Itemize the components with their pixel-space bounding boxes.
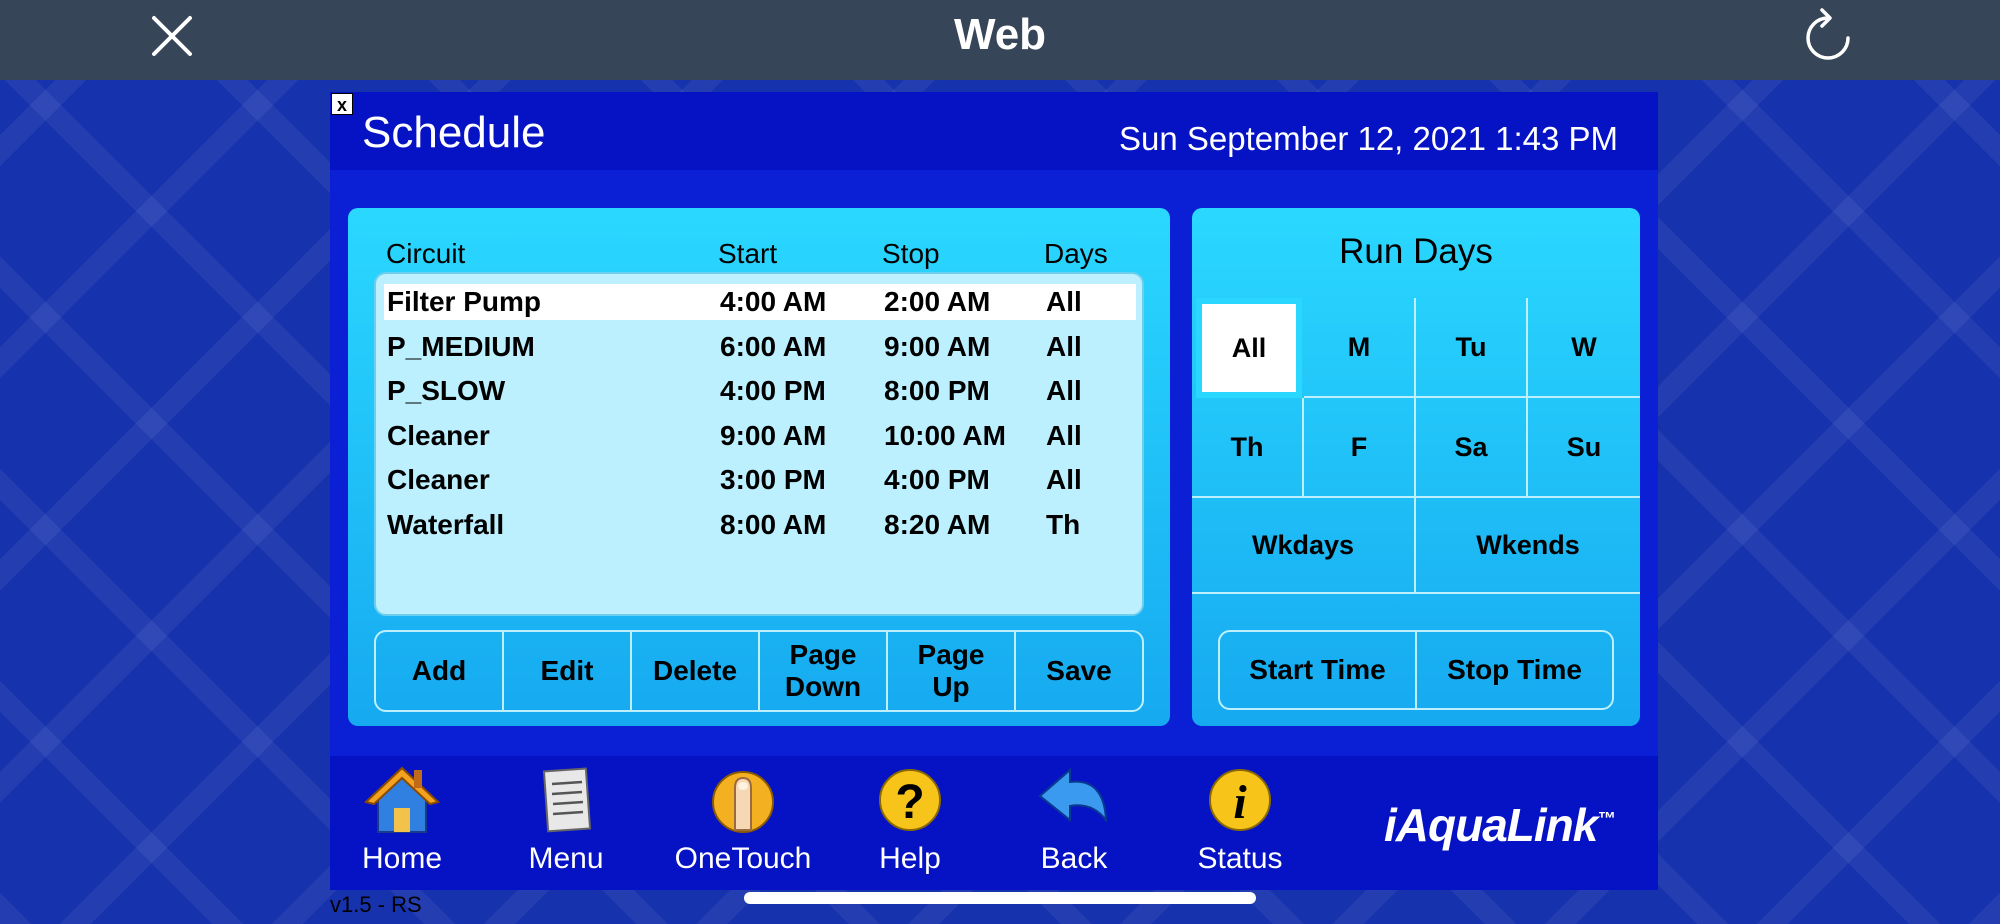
column-header-stop: Stop (882, 238, 940, 269)
home-icon (363, 766, 441, 833)
column-header-days: Days (1044, 238, 1108, 269)
row-days: Th (1046, 509, 1081, 540)
day-sunday-button[interactable]: Su (1528, 398, 1640, 498)
day-wednesday-button[interactable]: W (1528, 298, 1640, 398)
page-down-label: Page Down (784, 639, 862, 702)
weekends-button[interactable]: Wkends (1416, 498, 1640, 594)
nav-home[interactable]: Home (332, 764, 472, 876)
schedule-panel: Circuit Start Stop Days Filter Pump 4:00… (348, 208, 1170, 726)
start-time-button[interactable]: Start Time (1220, 632, 1417, 708)
row-circuit: P_SLOW (387, 375, 506, 406)
onetouch-icon (712, 771, 774, 833)
row-circuit: Waterfall (387, 509, 505, 540)
version-label: v1.5 - RS (330, 892, 422, 917)
nav-menu-label: Menu (528, 842, 604, 875)
schedule-row[interactable]: Cleaner 3:00 PM 4:00 PM All (384, 462, 1136, 498)
menu-icon (542, 767, 592, 833)
nav-help-label: Help (879, 842, 941, 875)
nav-onetouch[interactable]: OneTouch (668, 764, 818, 876)
day-all-button[interactable]: All (1196, 298, 1302, 398)
schedule-row[interactable]: Filter Pump 4:00 AM 2:00 AM All (384, 284, 1136, 320)
svg-text:?: ? (895, 776, 924, 829)
row-start: 4:00 PM (720, 375, 826, 406)
home-indicator[interactable] (744, 892, 1256, 904)
schedule-row[interactable]: Waterfall 8:00 AM 8:20 AM Th (384, 507, 1136, 543)
row-stop: 8:00 PM (884, 375, 990, 406)
row-days: All (1046, 331, 1082, 362)
app-header: Schedule Sun September 12, 2021 1:43 PM (330, 92, 1658, 170)
row-days: All (1046, 375, 1082, 406)
bottom-nav: Home Menu OneTouch ? Help Back i Status … (330, 756, 1658, 890)
row-stop: 9:00 AM (884, 331, 991, 362)
schedule-row[interactable]: Cleaner 9:00 AM 10:00 AM All (384, 418, 1136, 454)
day-saturday-button[interactable]: Sa (1416, 398, 1528, 498)
schedule-row[interactable]: P_MEDIUM 6:00 AM 9:00 AM All (384, 329, 1136, 365)
nav-status-label: Status (1197, 842, 1283, 875)
nav-status[interactable]: i Status (1170, 764, 1310, 876)
row-start: 4:00 AM (720, 286, 827, 317)
nav-help[interactable]: ? Help (840, 764, 980, 876)
schedule-row[interactable]: P_SLOW 4:00 PM 8:00 PM All (384, 373, 1136, 409)
run-days-panel: Run Days All M Tu W Th F Sa Su Wkdays Wk… (1192, 208, 1640, 726)
save-button[interactable]: Save (1016, 632, 1142, 710)
row-days: All (1046, 420, 1082, 451)
help-icon: ? (879, 769, 941, 831)
page-up-label: Page Up (917, 639, 985, 702)
row-start: 9:00 AM (720, 420, 827, 451)
aqualink-app: Schedule Sun September 12, 2021 1:43 PM … (330, 92, 1658, 890)
time-button-bar: Start Time Stop Time (1218, 630, 1614, 710)
column-header-circuit: Circuit (386, 238, 466, 269)
page-down-button[interactable]: Page Down (760, 632, 888, 710)
svg-text:i: i (1233, 776, 1247, 829)
row-circuit: P_MEDIUM (387, 331, 535, 362)
back-arrow-icon (1038, 767, 1108, 824)
column-header-start: Start (718, 238, 778, 269)
row-start: 3:00 PM (720, 464, 826, 495)
day-thursday-button[interactable]: Th (1192, 398, 1304, 498)
row-circuit: Cleaner (387, 464, 490, 495)
day-monday-button[interactable]: M (1304, 298, 1416, 398)
row-start: 6:00 AM (720, 331, 827, 362)
row-stop: 2:00 AM (884, 286, 991, 317)
row-circuit: Filter Pump (387, 286, 542, 317)
nav-home-label: Home (361, 842, 443, 875)
schedule-list[interactable]: Filter Pump 4:00 AM 2:00 AM All P_MEDIUM… (374, 272, 1144, 616)
add-button[interactable]: Add (376, 632, 504, 710)
datetime-display: Sun September 12, 2021 1:43 PM (1119, 120, 1618, 157)
stop-time-button[interactable]: Stop Time (1417, 632, 1612, 708)
row-days: All (1046, 286, 1082, 317)
nav-menu[interactable]: Menu (496, 764, 636, 876)
browser-title: Web (953, 10, 1047, 59)
browser-topbar: Web (0, 0, 2000, 80)
day-friday-button[interactable]: F (1304, 398, 1416, 498)
row-start: 8:00 AM (720, 509, 827, 540)
nav-onetouch-label: OneTouch (674, 842, 812, 875)
row-stop: 10:00 AM (884, 420, 1006, 451)
delete-button[interactable]: Delete (632, 632, 760, 710)
nav-back-label: Back (1040, 842, 1108, 875)
day-tuesday-button[interactable]: Tu (1416, 298, 1528, 398)
reload-icon[interactable] (1804, 8, 1852, 62)
nav-back[interactable]: Back (1004, 764, 1144, 876)
page-title: Schedule (362, 108, 546, 157)
row-circuit: Cleaner (387, 420, 490, 451)
edit-button[interactable]: Edit (504, 632, 632, 710)
row-days: All (1046, 464, 1082, 495)
iaqualink-logo: iAquaLink™ (1384, 799, 1615, 851)
schedule-button-bar: Add Edit Delete Page Down Page Up Save (374, 630, 1144, 712)
page-up-button[interactable]: Page Up (888, 632, 1016, 710)
app-close-button[interactable]: x (331, 93, 353, 115)
run-days-title: Run Days (1339, 232, 1493, 271)
weekdays-button[interactable]: Wkdays (1192, 498, 1416, 594)
info-icon: i (1209, 769, 1271, 831)
row-stop: 4:00 PM (884, 464, 990, 495)
row-stop: 8:20 AM (884, 509, 991, 540)
